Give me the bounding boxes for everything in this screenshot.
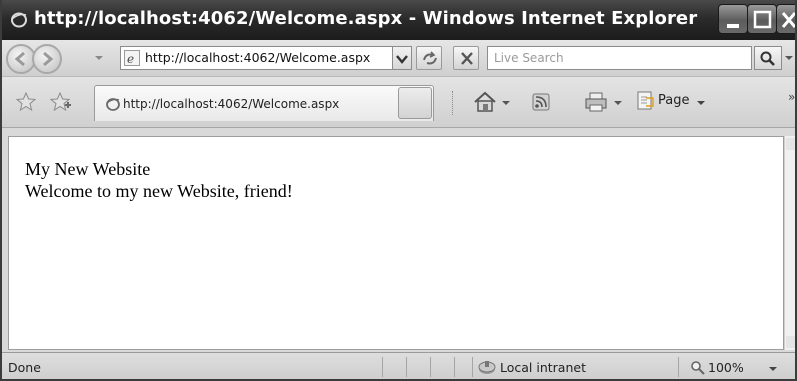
status-separator bbox=[472, 357, 473, 377]
page-heading: My New Website bbox=[25, 159, 151, 179]
ie-logo-icon bbox=[105, 96, 121, 112]
search-button[interactable] bbox=[754, 46, 782, 70]
title-bar: http://localhost:4062/Welcome.aspx - Win… bbox=[2, 0, 795, 40]
status-separator bbox=[382, 357, 383, 377]
address-field[interactable]: e http://localhost:4062/Welcome.aspx bbox=[120, 46, 393, 70]
status-separator bbox=[678, 357, 679, 377]
browser-window: http://localhost:4062/Welcome.aspx - Win… bbox=[0, 0, 797, 381]
tab-command-bar: http://localhost:4062/Welcome.aspx Page … bbox=[2, 77, 795, 128]
maximize-button[interactable] bbox=[747, 4, 777, 34]
address-dropdown-button[interactable] bbox=[393, 46, 412, 70]
ie-logo-icon bbox=[10, 11, 28, 29]
status-separator bbox=[430, 357, 431, 377]
favorites-star-icon[interactable] bbox=[16, 92, 36, 112]
page-ie-icon: e bbox=[124, 50, 140, 66]
tab-title: http://localhost:4062/Welcome.aspx bbox=[123, 97, 340, 111]
page-icon bbox=[637, 91, 654, 110]
svg-text:e: e bbox=[127, 52, 134, 66]
stop-button[interactable] bbox=[453, 46, 479, 70]
intranet-zone-icon bbox=[478, 361, 496, 374]
scroll-up-button[interactable] bbox=[786, 138, 795, 150]
address-url: http://localhost:4062/Welcome.aspx bbox=[145, 50, 371, 65]
search-placeholder: Live Search bbox=[494, 51, 564, 65]
add-favorite-icon[interactable] bbox=[50, 92, 72, 112]
address-toolbar: e http://localhost:4062/Welcome.aspx Liv… bbox=[2, 40, 795, 77]
status-bar: Done Local intranet 100% bbox=[2, 352, 795, 379]
page-viewport: My New Website Welcome to my new Website… bbox=[8, 136, 784, 350]
close-button[interactable] bbox=[776, 4, 795, 34]
recent-pages-dropdown-icon[interactable] bbox=[94, 54, 104, 62]
vertical-scrollbar[interactable] bbox=[784, 136, 795, 350]
security-zone-label: Local intranet bbox=[500, 360, 586, 375]
minimize-button[interactable] bbox=[718, 4, 748, 34]
zoom-level[interactable]: 100% bbox=[708, 360, 744, 375]
status-separator bbox=[454, 357, 455, 377]
scroll-down-button[interactable] bbox=[786, 336, 795, 348]
refresh-button[interactable] bbox=[416, 46, 442, 70]
zoom-dropdown-icon[interactable] bbox=[768, 365, 778, 373]
page-menu-button[interactable]: Page bbox=[636, 89, 716, 115]
search-options-dropdown-icon[interactable] bbox=[784, 54, 794, 62]
home-button[interactable] bbox=[472, 89, 512, 115]
magnifier-icon bbox=[760, 51, 775, 66]
status-separator bbox=[406, 357, 407, 377]
zoom-magnifier-icon[interactable] bbox=[690, 360, 706, 376]
toolbar-separator bbox=[452, 91, 455, 115]
forward-button[interactable] bbox=[32, 44, 62, 74]
page-menu-label: Page bbox=[658, 93, 690, 108]
welcome-message: Welcome to my new Website, friend! bbox=[25, 181, 293, 201]
print-button[interactable] bbox=[582, 89, 628, 115]
status-text: Done bbox=[8, 360, 41, 375]
window-title: http://localhost:4062/Welcome.aspx - Win… bbox=[34, 8, 698, 29]
new-tab-button[interactable] bbox=[398, 87, 432, 119]
rss-feeds-button[interactable] bbox=[528, 89, 554, 115]
search-input[interactable]: Live Search bbox=[487, 46, 752, 70]
chevron-more-icon[interactable]: » bbox=[788, 90, 795, 104]
tab-welcome[interactable]: http://localhost:4062/Welcome.aspx bbox=[94, 85, 434, 121]
chevron-down-icon bbox=[697, 101, 705, 105]
